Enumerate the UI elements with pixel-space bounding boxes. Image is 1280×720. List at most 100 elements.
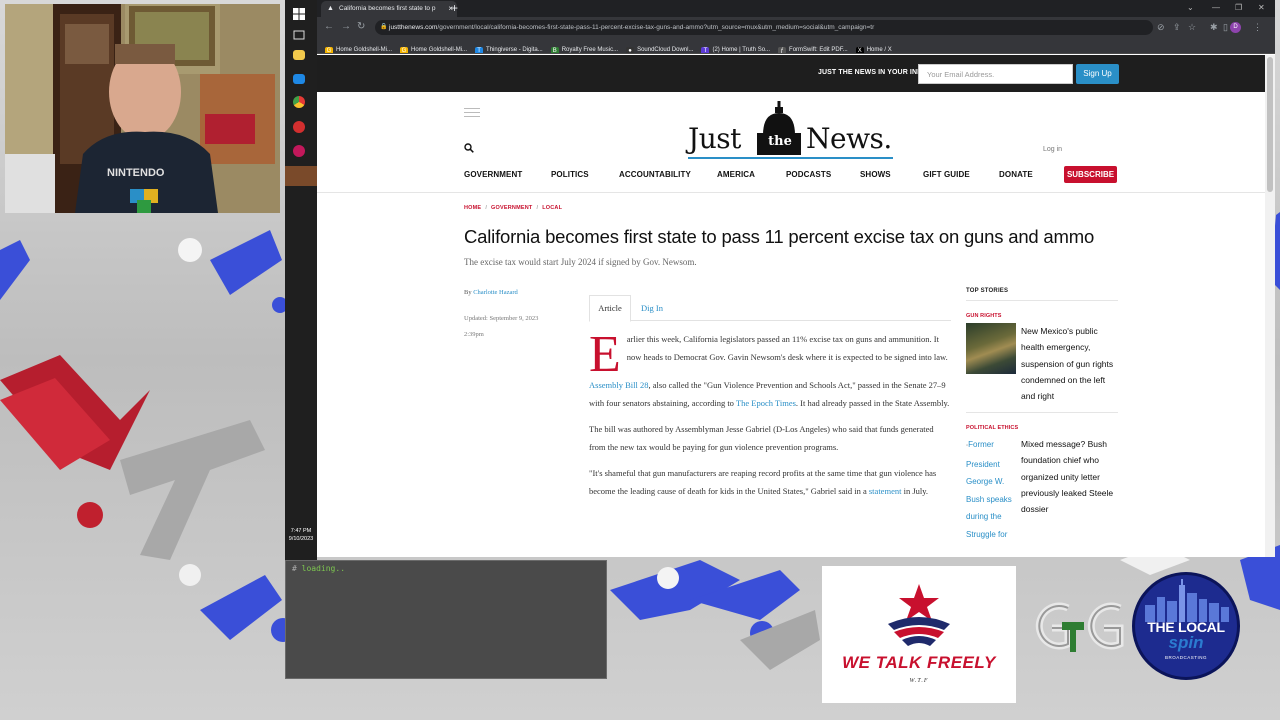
bookmark-item[interactable]: ● SoundCloud Downl... [626, 43, 694, 53]
bookmark-item[interactable]: B Royalty Free Music... [550, 43, 619, 54]
side-panel-icon[interactable]: ▯ [1223, 21, 1228, 33]
local-spin-broadcasting: BROADCASTING [1164, 655, 1207, 660]
byline-prefix: By [464, 289, 472, 296]
profile-avatar[interactable]: D [1230, 22, 1241, 33]
scrollbar-thumb[interactable] [1267, 57, 1273, 192]
terminal-text: loading.. [301, 564, 346, 573]
chrome-icon[interactable] [293, 96, 305, 108]
tab-dig-in[interactable]: Dig In [641, 295, 663, 321]
tab-strip: ▲ California becomes first state to p × … [317, 0, 1275, 17]
epoch-times-link[interactable]: The Epoch Times [736, 398, 796, 408]
bookmark-item[interactable]: G Home Goldshell-Mi... [325, 43, 393, 53]
site-logo[interactable]: Just the News. [685, 99, 900, 159]
search-icon[interactable] [464, 140, 474, 158]
hamburger-menu-icon[interactable] [464, 108, 480, 120]
story-title[interactable]: Mixed message? Bush foundation chief who… [1021, 436, 1119, 517]
newsletter-bar: JUST THE NEWS IN YOUR INBOX Sign Up [317, 55, 1265, 92]
terminal-prompt: # [292, 564, 297, 573]
page-scrollbar[interactable] [1265, 55, 1275, 557]
browser-window: ▲ California becomes first state to p × … [317, 0, 1275, 557]
story-divider [966, 412, 1118, 413]
story-thumbnail[interactable] [966, 323, 1016, 374]
nav-government[interactable]: GOVERNMENT [464, 170, 522, 179]
bookmark-label: Royalty Free Music... [561, 47, 619, 53]
logo-word-news: News. [806, 122, 892, 155]
nav-gift-guide[interactable]: GIFT GUIDE [923, 170, 970, 179]
bookmark-favicon-icon: ƒ [778, 47, 787, 53]
signup-button[interactable]: Sign Up [1076, 64, 1119, 84]
bookmark-label: Home / X [866, 47, 892, 53]
taskbar-clock[interactable]: 7:47 PM 9/10/2023 [285, 527, 317, 543]
logo-word-just: Just [688, 122, 741, 155]
login-link[interactable]: Log in [1043, 146, 1062, 153]
more-menu-icon[interactable]: ⋮ [1253, 21, 1262, 33]
file-explorer-icon[interactable] [293, 50, 305, 60]
close-window-icon[interactable]: ✕ [1258, 0, 1265, 16]
article-paragraph: The bill was authored by Assemblyman Jes… [589, 424, 934, 452]
forward-arrow-icon[interactable]: → [341, 20, 351, 34]
breadcrumb-government[interactable]: GOVERNMENT [491, 205, 532, 211]
statement-link[interactable]: statement [869, 486, 902, 496]
breadcrumb-home[interactable]: HOME [464, 205, 481, 211]
bookmark-star-icon[interactable]: ☆ [1188, 21, 1196, 33]
nav-shows[interactable]: SHOWS [860, 170, 891, 179]
reload-icon[interactable]: ↻ [357, 20, 365, 34]
top-stories-heading: TOP STORIES [966, 288, 1009, 294]
app-active-icon[interactable] [285, 166, 317, 186]
paragraph-text: in July. [901, 485, 929, 496]
article-subtitle: The excise tax would start July 2024 if … [464, 257, 697, 267]
author-link[interactable]: Charlotte Hazard [473, 289, 518, 296]
clock-date: 9/10/2023 [288, 536, 314, 542]
new-tab-button[interactable]: + [451, 0, 458, 17]
lock-icon: 🔒 [380, 24, 388, 30]
bookmark-item[interactable]: G Home Goldshell-Mi... [400, 43, 468, 53]
nav-donate[interactable]: DONATE [999, 170, 1033, 179]
nav-politics[interactable]: POLITICS [551, 170, 589, 179]
browser-toolbar: ← → ↻ 🔒 justthenews.com/government/local… [317, 17, 1275, 38]
nav-america[interactable]: AMERICA [717, 170, 755, 179]
nav-accountability[interactable]: ACCOUNTABILITY [619, 170, 691, 179]
app-red-icon[interactable] [293, 121, 305, 133]
tab-article[interactable]: Article [589, 295, 631, 322]
bookmark-item[interactable]: T (2) Home | Truth So... [701, 43, 771, 53]
story-title[interactable]: New Mexico's public health emergency, su… [1021, 323, 1119, 404]
wtf-title: WE TALK FREELY [842, 653, 996, 672]
story-category[interactable]: GUN RIGHTS [966, 313, 1002, 319]
the-local-spin-logo: THE LOCAL spin BROADCASTING [1132, 572, 1240, 680]
newsletter-email-input[interactable] [918, 64, 1073, 84]
mail-icon[interactable] [293, 74, 305, 84]
assembly-bill-link[interactable]: Assembly Bill 28 [589, 380, 649, 390]
bookmark-favicon-icon: B [550, 47, 559, 54]
bookmark-item[interactable]: T Thingiverse - Digita... [475, 43, 543, 53]
bookmark-label: Home Goldshell-Mi... [411, 47, 468, 53]
nav-podcasts[interactable]: PODCASTS [786, 170, 831, 179]
paragraph-text: . It had already passed in the State Ass… [795, 397, 950, 408]
bookmark-favicon-icon: X [855, 47, 864, 54]
article-title: California becomes first state to pass 1… [464, 226, 1095, 247]
browser-tab-active[interactable]: ▲ California becomes first state to p × [321, 1, 457, 17]
tab-title: California becomes first state to p [339, 5, 436, 12]
bookmark-label: (2) Home | Truth So... [712, 47, 771, 53]
bookmark-label: FormSwift: Edit PDF... [789, 47, 848, 53]
subscribe-button[interactable]: SUBSCRIBE [1064, 166, 1117, 183]
breadcrumb-local[interactable]: LOCAL [542, 205, 562, 211]
extensions-icon[interactable]: ✱ [1210, 21, 1218, 33]
breadcrumb-separator: / [536, 205, 539, 211]
maximize-icon[interactable]: ❐ [1235, 0, 1242, 16]
back-arrow-icon[interactable]: ← [324, 20, 334, 34]
bookmark-item[interactable]: X Home / X [855, 43, 892, 54]
windows-start-icon[interactable] [293, 7, 309, 23]
tab-search-icon[interactable]: ⌄ [1187, 0, 1194, 16]
eye-off-icon[interactable]: ⊘ [1157, 21, 1165, 33]
share-icon[interactable]: ⇪ [1173, 21, 1181, 33]
story-image-alt-text[interactable]: ▫Former President George W. Bush speaks … [966, 436, 1018, 544]
minimize-icon[interactable]: — [1212, 0, 1220, 16]
bookmark-label: Home Goldshell-Mi... [336, 47, 393, 53]
story-category[interactable]: POLITICAL ETHICS [966, 425, 1018, 431]
task-view-icon[interactable] [293, 28, 309, 44]
address-bar[interactable]: 🔒 justthenews.com/government/local/calif… [375, 20, 1153, 35]
bookmark-label: SoundCloud Downl... [637, 47, 694, 53]
bookmark-item[interactable]: ƒ FormSwift: Edit PDF... [778, 43, 848, 53]
app-pink-icon[interactable] [293, 145, 305, 157]
terminal-overlay: # loading.. [285, 560, 607, 679]
